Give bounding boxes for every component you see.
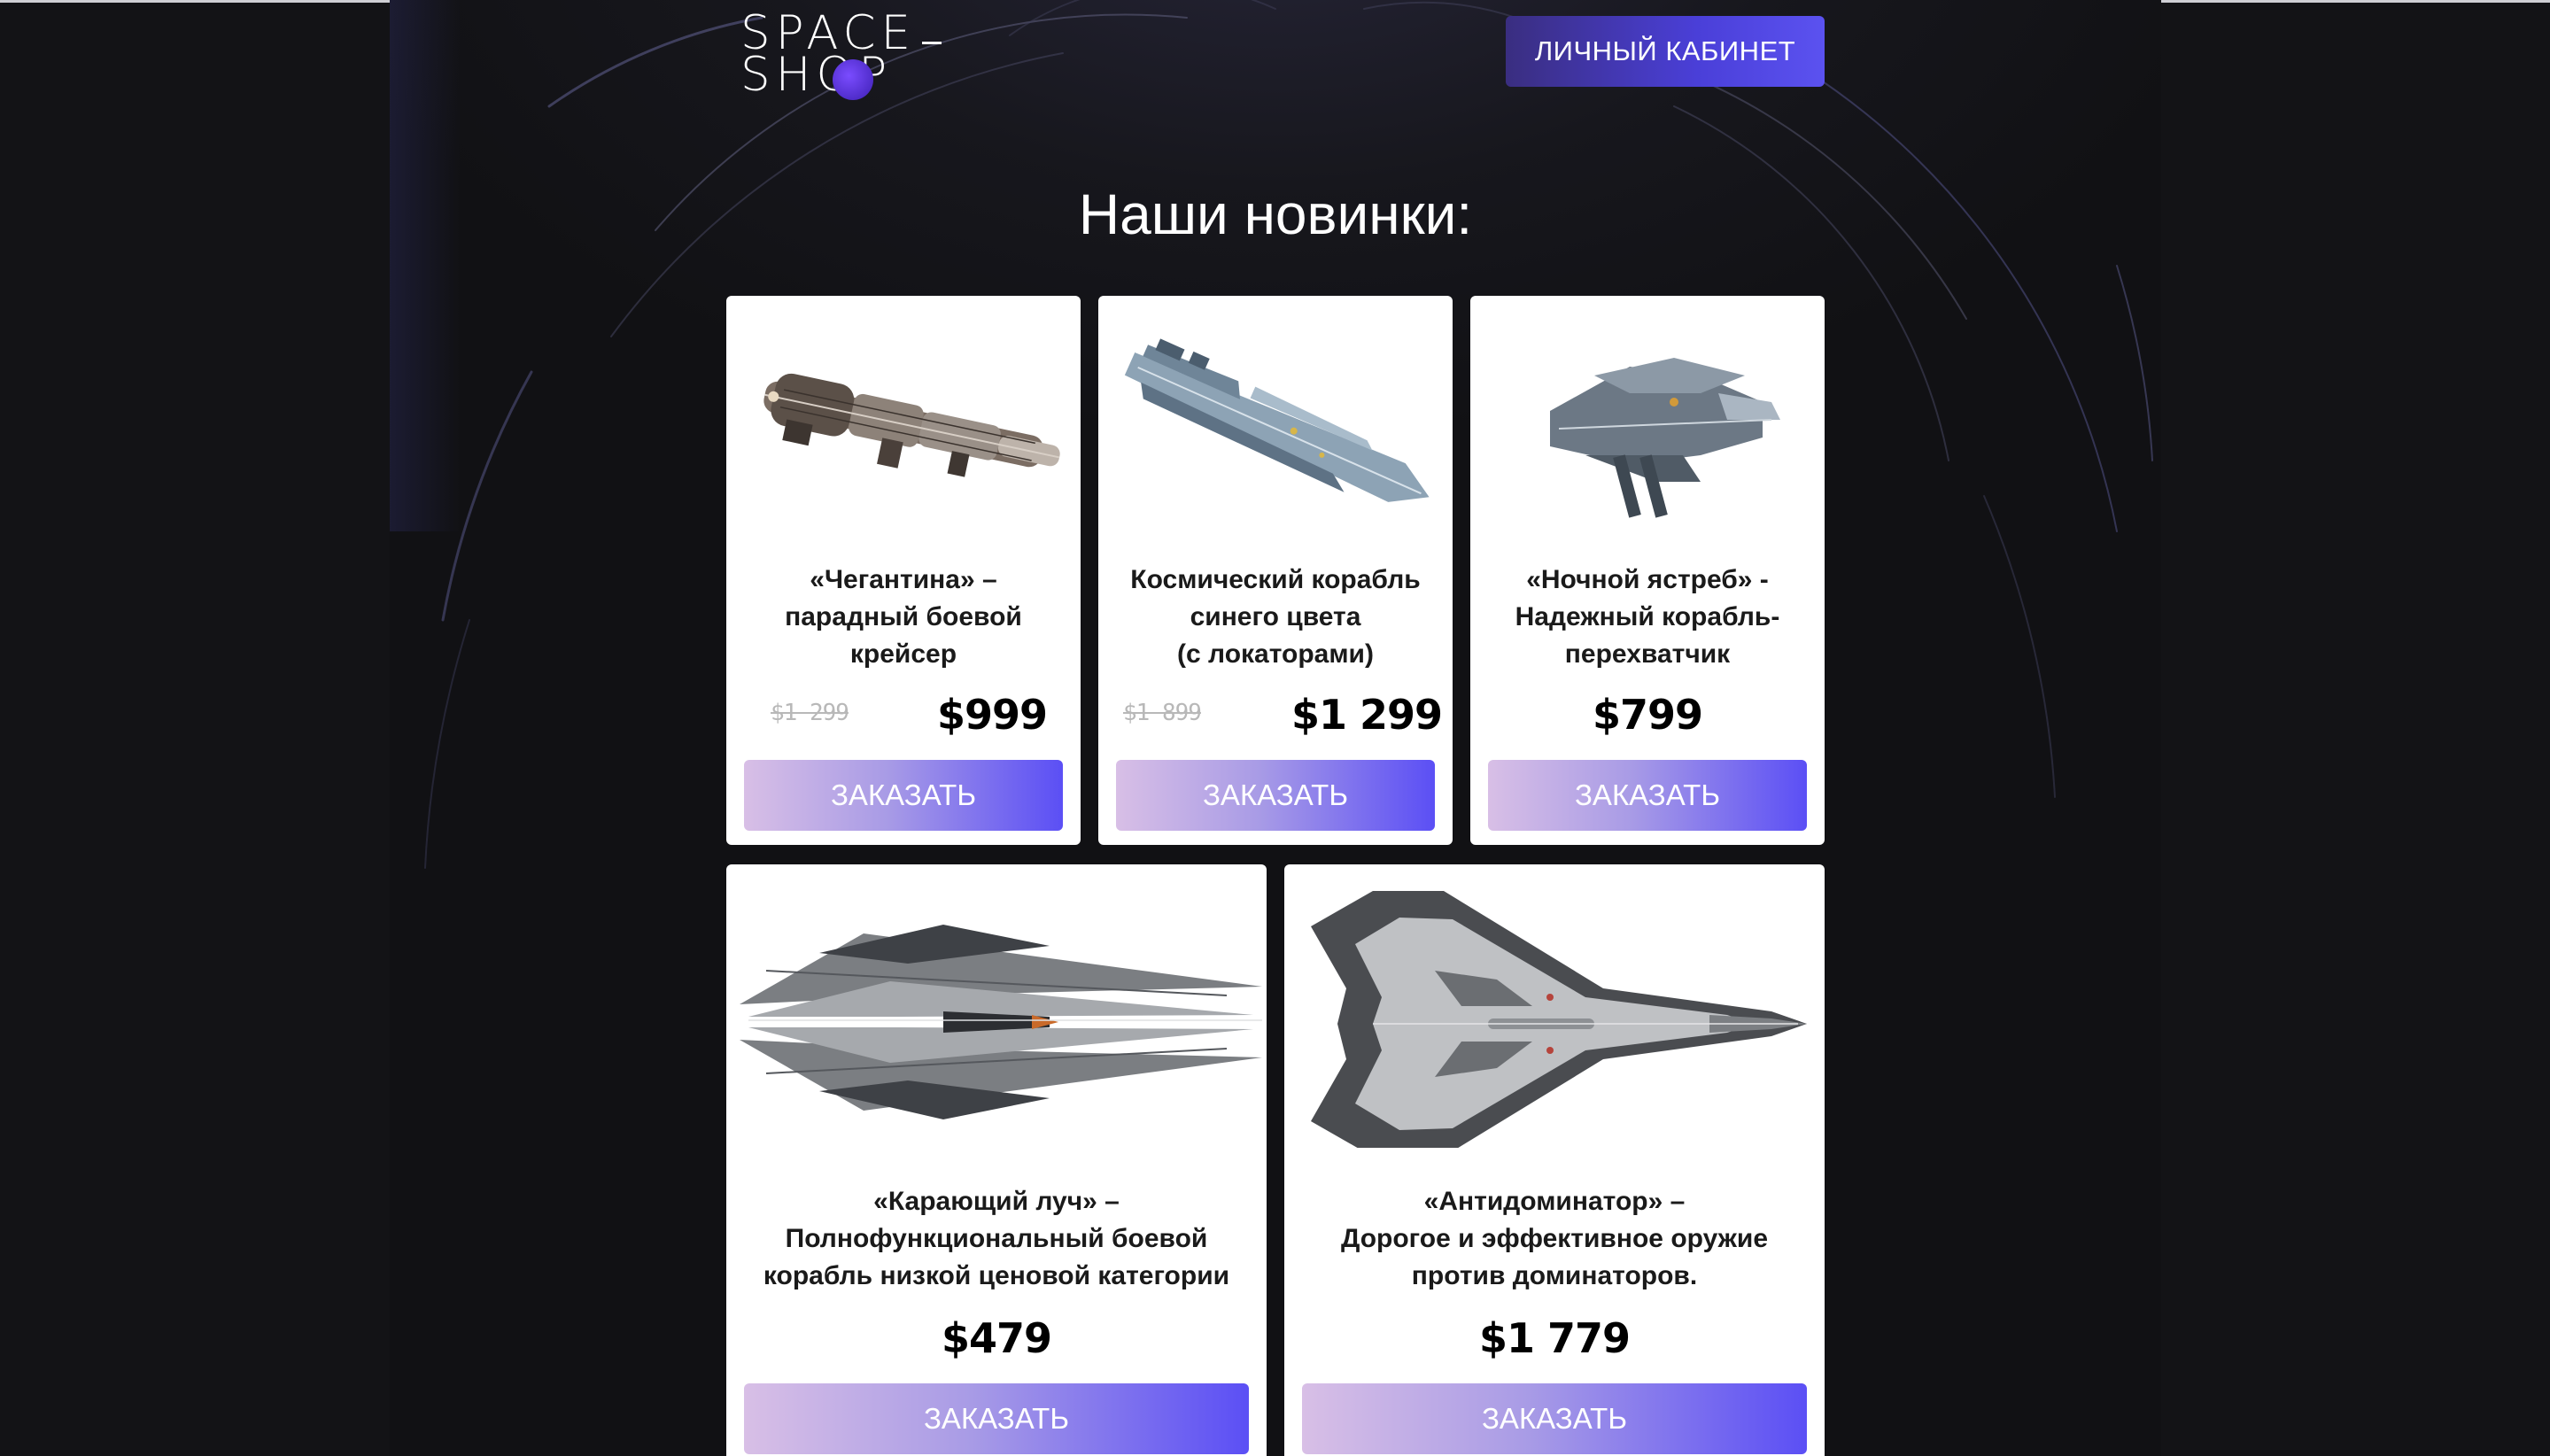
interceptor-ship-icon	[1550, 358, 1780, 518]
order-button[interactable]: ЗАКАЗАТЬ	[1302, 1383, 1807, 1454]
cruiser-ship-icon	[763, 373, 1060, 477]
section-title: Наши новинки:	[1078, 182, 1473, 246]
page: SPACE SHOP ЛИЧНЫЙ КАБИНЕТ Наши новинки:	[0, 0, 2550, 1456]
product-title: Космический корабль синего цвета (с лока…	[1130, 565, 1421, 669]
product-card: «Чегантина» – парадный боевой крейсер $1…	[726, 296, 1081, 845]
product-price: $999	[937, 691, 1048, 739]
product-title: «Карающий луч» – Полнофункциональный бое…	[763, 1187, 1230, 1290]
order-button[interactable]: ЗАКАЗАТЬ	[744, 760, 1063, 831]
space-shop-logo[interactable]: SPACE SHOP	[740, 10, 953, 101]
fighter-jet-icon	[1311, 891, 1807, 1148]
star-trail-background: SPACE SHOP ЛИЧНЫЙ КАБИНЕТ Наши новинки:	[390, 0, 2161, 1456]
product-price: $1 299	[1291, 691, 1443, 739]
product-price: $479	[941, 1314, 1052, 1362]
order-button[interactable]: ЗАКАЗАТЬ	[744, 1383, 1249, 1454]
blade-ship-icon	[740, 925, 1262, 1119]
order-button[interactable]: ЗАКАЗАТЬ	[1488, 760, 1807, 831]
product-title: «Чегантина» – парадный боевой крейсер	[785, 565, 1022, 669]
order-button[interactable]: ЗАКАЗАТЬ	[1116, 760, 1435, 831]
product-title: «Ночной ястреб» - Надежный корабль- пере…	[1515, 565, 1780, 669]
product-price: $1 779	[1478, 1314, 1631, 1362]
old-price: $1 899	[1123, 700, 1202, 726]
product-price: $799	[1592, 691, 1703, 739]
blue-ship-icon	[1124, 338, 1430, 502]
logo-dash-decoration	[922, 42, 942, 44]
logo-planet-icon	[833, 59, 873, 100]
old-price: $1 299	[771, 700, 849, 726]
personal-account-button[interactable]: ЛИЧНЫЙ КАБИНЕТ	[1506, 16, 1825, 87]
product-card: «Карающий луч» – Полнофункциональный бое…	[726, 864, 1267, 1456]
product-card: Космический корабль синего цвета (с лока…	[1098, 296, 1453, 845]
product-card: «Антидоминатор» – Дорогое и эффективное …	[1284, 864, 1825, 1456]
product-title: «Антидоминатор» – Дорогое и эффективное …	[1340, 1187, 1769, 1290]
product-card: «Ночной ястреб» - Надежный корабль- пере…	[1470, 296, 1825, 845]
